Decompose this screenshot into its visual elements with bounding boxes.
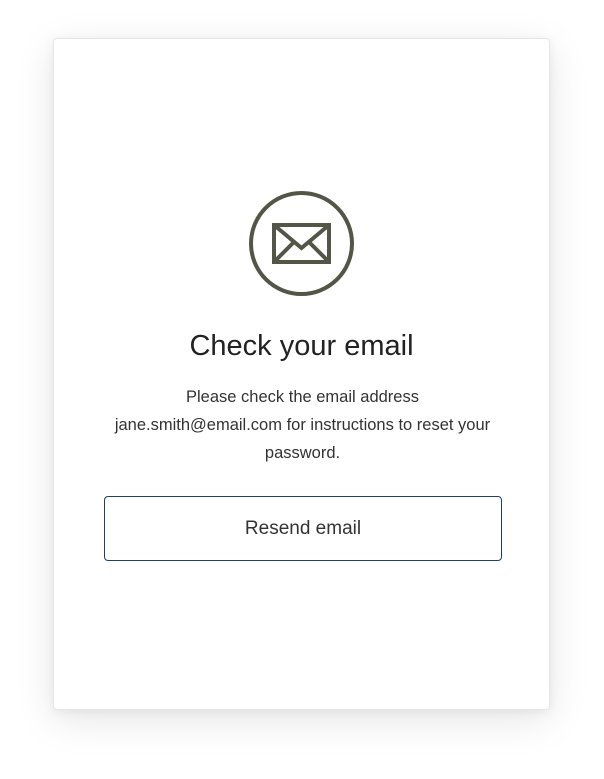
instructions-text: Please check the email address jane.smit… [114,388,491,462]
page-title: Check your email [189,330,414,362]
envelope-icon [249,191,354,296]
check-email-card: Check your email Please check the email … [53,38,550,710]
resend-email-button[interactable]: Resend email [104,496,502,561]
